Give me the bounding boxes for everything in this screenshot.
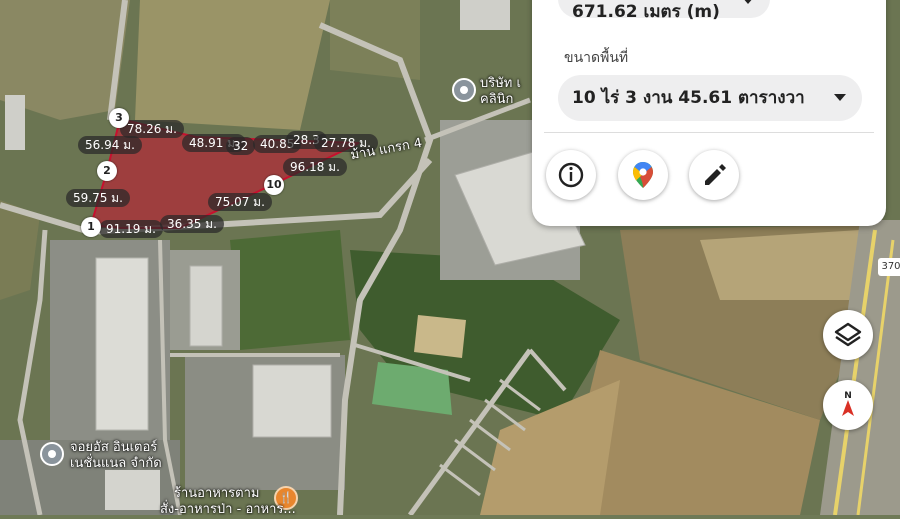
building xyxy=(5,95,25,150)
info-button[interactable] xyxy=(546,150,596,200)
edge-label: 56.94 ม. xyxy=(78,136,142,154)
measurement-panel: 671.62 เมตร (m) ขนาดพื้นที่ 10 ไร่ 3 งาน… xyxy=(532,0,886,226)
compass-button[interactable]: N xyxy=(823,380,873,430)
tree-area xyxy=(230,230,350,350)
edge-label: 96.18 ม. xyxy=(283,158,347,176)
field xyxy=(135,0,330,130)
distance-value: 671.62 เมตร (m) xyxy=(572,2,720,22)
vertex-marker[interactable]: 10 xyxy=(264,175,284,195)
chevron-down-icon xyxy=(834,94,846,101)
place-label: เนชั่นแนล จำกัด xyxy=(70,456,162,471)
distance-dropdown[interactable]: 671.62 เมตร (m) xyxy=(558,0,770,22)
field xyxy=(700,230,860,300)
place-pin-icon[interactable] xyxy=(40,442,64,466)
edge-label: 91.19 ม. xyxy=(99,220,163,238)
place-pin-icon[interactable] xyxy=(452,78,476,102)
info-icon xyxy=(558,162,584,188)
compass-letter: N xyxy=(844,391,852,401)
pond xyxy=(414,315,466,358)
field xyxy=(330,0,420,80)
edge-label: 36.35 ม. xyxy=(160,215,224,233)
building xyxy=(105,470,160,510)
place-label: คลินิก xyxy=(480,92,514,107)
area-label: ขนาดพื้นที่ xyxy=(564,50,629,66)
chevron-down-icon xyxy=(742,0,754,4)
vertex-marker[interactable]: 2 xyxy=(97,161,117,181)
compass-icon: N xyxy=(842,391,854,416)
area-value: 10 ไร่ 3 งาน 45.61 ตารางวา xyxy=(572,88,805,108)
edge-label: 75.07 ม. xyxy=(208,193,272,211)
vertex-marker[interactable]: 1 xyxy=(81,217,101,237)
building xyxy=(460,0,510,30)
layers-button[interactable] xyxy=(823,310,873,360)
warehouse xyxy=(95,257,149,431)
edge-label: 32 xyxy=(226,137,256,155)
edge-label: 59.75 ม. xyxy=(66,189,130,207)
road-number-shield: 370 xyxy=(878,258,900,276)
layers-icon xyxy=(834,322,862,347)
edit-button[interactable] xyxy=(689,150,739,200)
divider xyxy=(544,132,874,133)
google-maps-button[interactable] xyxy=(618,150,668,200)
vertex-marker[interactable]: 3 xyxy=(109,108,129,128)
warehouse xyxy=(252,364,332,438)
area-dropdown[interactable]: 10 ไร่ 3 งาน 45.61 ตารางวา xyxy=(558,75,862,121)
edit-pencil-icon xyxy=(705,164,726,185)
warehouse xyxy=(189,265,223,347)
place-label: สั่ง-อาหารป่า - อาหาร... xyxy=(160,502,296,517)
google-maps-icon xyxy=(633,162,653,188)
